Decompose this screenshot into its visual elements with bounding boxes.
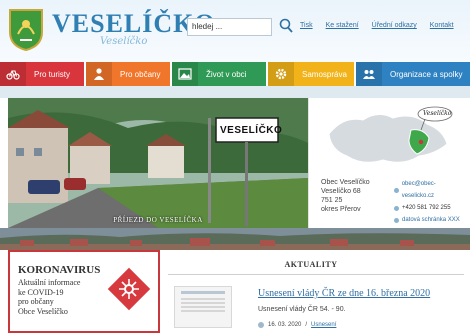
location-panel: Veselíčko Obec Veselíčko Veselíčko 68 75… [308, 98, 464, 228]
address-line: Veselíčko 68 [321, 188, 361, 195]
person-icon [86, 62, 112, 86]
coat-of-arms-icon[interactable] [8, 8, 44, 52]
contact-databox[interactable]: datová schránka XXX [394, 214, 464, 226]
village-road-photo [8, 98, 308, 228]
main-nav: Pro turisty Pro občany Život v obci Samo… [0, 62, 470, 86]
contact-block: obec@obec-veselicko.cz +420 581 792 255 … [394, 178, 464, 226]
news-section: AKTUALITY Usnesení vlády ČR ze dne 16. b… [160, 250, 470, 333]
address-line: 751 25 [321, 197, 343, 204]
nav-item-life[interactable]: Život v obci [172, 62, 266, 86]
site-subtitle-script: Veselíčko [100, 36, 148, 47]
news-title-link[interactable]: Usnesení vlády ČR ze dne 16. března 2020 [258, 288, 430, 299]
coronavirus-title: KORONAVIRUS [18, 264, 101, 276]
decorative-band [0, 86, 470, 98]
address-block: Obec Veselíčko Veselíčko 68 751 25 okres… [321, 178, 370, 214]
panorama-strip [0, 228, 470, 250]
nav-label: Organizace a spolky [390, 69, 463, 79]
search-input[interactable]: hledej ... [187, 18, 272, 36]
road-sign-text: VESELÍČKO [220, 125, 283, 136]
nav-label: Samospráva [302, 69, 347, 79]
phone-icon [394, 205, 399, 211]
calendar-icon [258, 322, 264, 328]
nav-item-citizens[interactable]: Pro občany [86, 62, 170, 86]
group-icon [356, 62, 382, 86]
site-header: VESELÍČKO Veselíčko hledej ... Tisk Ke s… [0, 0, 470, 62]
news-thumbnail[interactable] [174, 286, 232, 328]
divider [168, 274, 464, 275]
email-icon [394, 187, 399, 193]
address-line: okres Přerov [321, 206, 361, 213]
bicycle-icon [0, 62, 26, 86]
top-link-contact[interactable]: Kontakt [430, 22, 454, 29]
coronavirus-banner[interactable]: KORONAVIRUS Aktuální informace ke COVID-… [8, 250, 160, 333]
nav-item-tourists[interactable]: Pro turisty [0, 62, 84, 86]
databox-icon [394, 217, 399, 223]
top-links: Tisk Ke stažení Úřední odkazy Kontakt [300, 22, 454, 29]
nav-label: Pro občany [120, 69, 161, 79]
separator: / [305, 322, 308, 328]
gear-icon [268, 62, 294, 86]
picture-icon [172, 62, 198, 86]
nav-label: Život v obci [206, 69, 247, 79]
address-line: Obec Veselíčko [321, 179, 370, 186]
nav-label: Pro turisty [34, 69, 71, 79]
news-attachment: 16. 03. 2020 / Usnesení [258, 322, 336, 328]
top-link-downloads[interactable]: Ke stažení [326, 22, 359, 29]
top-link-print[interactable]: Tisk [300, 22, 313, 29]
map-bubble-text: Veselíčko [423, 110, 452, 117]
coronavirus-line: Obce Veselíčko [18, 306, 68, 316]
coronavirus-text: Aktuální informace ke COVID-19 pro občan… [18, 278, 80, 316]
top-link-official[interactable]: Úřední odkazy [372, 22, 417, 29]
coronavirus-line: ke COVID-19 [18, 287, 64, 297]
news-date: 16. 03. 2020 [268, 322, 302, 328]
news-subtitle: Usnesení vlády ČR 54. - 90. [258, 306, 346, 313]
hero-photo: VESELÍČKO PŘÍJEZD DO VESELÍČKA [8, 98, 308, 228]
news-attachment-link[interactable]: Usnesení [311, 322, 336, 328]
nav-item-government[interactable]: Samospráva [268, 62, 354, 86]
nav-item-organizations[interactable]: Organizace a spolky [356, 62, 470, 86]
contact-email[interactable]: obec@obec-veselicko.cz [394, 178, 464, 202]
search-icon[interactable] [279, 18, 293, 34]
news-heading: AKTUALITY [284, 260, 338, 269]
panorama-photo [0, 228, 470, 250]
coronavirus-line: Aktuální informace [18, 278, 81, 287]
virus-warning-icon [107, 267, 151, 311]
contact-phone: +420 581 792 255 [394, 202, 464, 214]
coronavirus-line: pro občany [18, 297, 54, 306]
hero-caption: PŘÍJEZD DO VESELÍČKA [113, 216, 203, 224]
